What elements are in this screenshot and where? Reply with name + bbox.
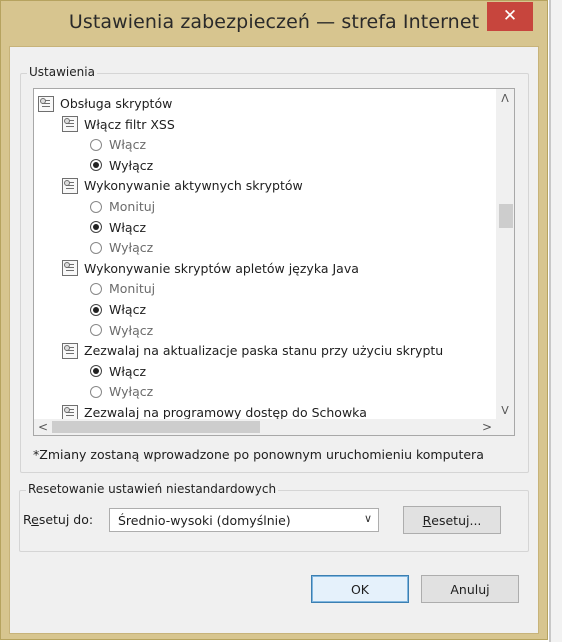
radio-option[interactable]: Monituj xyxy=(90,278,155,299)
scroll-down-icon[interactable]: ᐯ xyxy=(496,401,514,419)
scroll-left-icon[interactable]: < xyxy=(34,419,52,435)
radio-option[interactable]: Monituj xyxy=(90,196,155,217)
tree-setting: Wykonywanie aktywnych skryptów xyxy=(62,175,303,196)
tree-label: Wyłącz xyxy=(109,157,154,173)
restart-note: *Zmiany zostaną wprowadzone po ponownym … xyxy=(33,447,484,462)
reset-level-dropdown[interactable]: Średnio-wysoki (domyślnie) ∨ xyxy=(109,508,379,532)
radio-unchecked-icon[interactable] xyxy=(90,282,102,295)
radio-unchecked-icon[interactable] xyxy=(90,324,102,337)
reset-to-label-part1: R xyxy=(23,512,32,527)
settings-icon xyxy=(38,95,54,112)
settings-icon xyxy=(62,342,78,359)
tree-label: Włącz xyxy=(109,137,147,153)
title-bar[interactable]: Ustawienia zabezpieczeń — strefa Interne… xyxy=(1,1,547,47)
reset-group-legend: Resetowanie ustawień niestandardowych xyxy=(26,482,279,496)
cancel-button[interactable]: Anuluj xyxy=(421,575,519,603)
settings-group-legend: Ustawienia xyxy=(27,65,97,79)
tree-label: Monituj xyxy=(109,199,156,214)
tree-label: Wyłącz xyxy=(109,240,154,256)
tree-label: Włącz xyxy=(109,302,147,317)
reset-level-value: Średnio-wysoki (domyślnie) xyxy=(118,512,291,528)
tree-label: Zezwalaj na aktualizacje paska stanu prz… xyxy=(84,343,444,359)
tree-label: Wyłącz xyxy=(109,384,154,400)
vertical-scroll-thumb[interactable] xyxy=(499,204,513,228)
tree-label: Włącz filtr XSS xyxy=(84,116,175,132)
tree-setting: Włącz filtr XSS xyxy=(62,114,175,135)
scroll-up-icon[interactable]: ᐱ xyxy=(496,89,514,107)
horizontal-scrollbar[interactable]: < > xyxy=(34,419,496,435)
reset-to-label: Resetuj do: xyxy=(23,512,93,527)
radio-checked-icon[interactable] xyxy=(90,365,102,378)
tree-label: Wyłącz xyxy=(109,322,154,338)
security-settings-dialog: Ustawienia zabezpieczeń — strefa Interne… xyxy=(0,0,548,640)
radio-option[interactable]: Włącz xyxy=(90,361,146,382)
tree-label: Obsługa skryptów xyxy=(60,96,173,111)
settings-tree[interactable]: Obsługa skryptów Włącz filtr XSS Włącz Wyłą… xyxy=(34,89,496,419)
ok-button[interactable]: OK xyxy=(311,575,409,603)
reset-button-accesskey: R xyxy=(422,512,432,528)
radio-checked-icon[interactable] xyxy=(90,159,102,172)
reset-button[interactable]: Resetuj... xyxy=(403,506,501,534)
tree-label: Włącz xyxy=(109,219,147,235)
settings-icon xyxy=(62,177,78,194)
close-button[interactable]: ✕ xyxy=(487,2,533,31)
tree-label: Włącz xyxy=(109,363,147,379)
radio-option[interactable]: Wyłącz xyxy=(90,155,153,176)
reset-button-label: esetuj... xyxy=(431,512,482,528)
radio-option[interactable]: Wyłącz xyxy=(90,237,153,258)
radio-option[interactable]: Włącz xyxy=(90,134,146,155)
radio-unchecked-icon[interactable] xyxy=(90,385,102,398)
reset-to-label-part2: setuj do: xyxy=(38,512,94,527)
radio-option[interactable]: Wyłącz xyxy=(90,381,153,402)
radio-checked-icon[interactable] xyxy=(90,303,102,316)
tree-setting: Zezwalaj na programowy dostęp do Schowka xyxy=(62,402,367,419)
close-icon: ✕ xyxy=(502,6,518,26)
vertical-scrollbar[interactable]: ᐱ ᐯ xyxy=(496,89,514,419)
reset-to-label-accesskey: e xyxy=(31,512,39,527)
settings-list[interactable]: Obsługa skryptów Włącz filtr XSS Włącz Wyłą… xyxy=(33,88,515,436)
radio-option[interactable]: Włącz xyxy=(90,217,146,238)
dialog-title: Ustawienia zabezpieczeń — strefa Interne… xyxy=(68,11,480,33)
horizontal-scroll-thumb[interactable] xyxy=(52,421,260,433)
scroll-right-icon[interactable]: > xyxy=(478,419,496,435)
background-divider xyxy=(549,0,551,642)
tree-setting: Wykonywanie skryptów apletów języka Java xyxy=(62,258,359,279)
radio-unchecked-icon[interactable] xyxy=(90,138,102,151)
tree-label: Wykonywanie aktywnych skryptów xyxy=(84,178,303,194)
settings-icon xyxy=(62,116,78,133)
tree-setting: Zezwalaj na aktualizacje paska stanu prz… xyxy=(62,340,443,361)
chevron-down-icon[interactable]: ∨ xyxy=(364,512,372,525)
tree-label: Zezwalaj na programowy dostęp do Schowka xyxy=(84,405,367,419)
radio-unchecked-icon[interactable] xyxy=(90,241,102,254)
tree-label: Monituj xyxy=(109,281,156,297)
radio-checked-icon[interactable] xyxy=(90,221,102,234)
radio-unchecked-icon[interactable] xyxy=(90,200,102,213)
radio-option[interactable]: Włącz xyxy=(90,299,146,320)
settings-icon xyxy=(62,404,78,419)
settings-icon xyxy=(62,260,78,277)
tree-label: Wykonywanie skryptów apletów języka Java xyxy=(84,260,359,276)
radio-option[interactable]: Wyłącz xyxy=(90,320,153,341)
tree-category: Obsługa skryptów xyxy=(38,93,172,114)
scrollbar-corner xyxy=(496,419,514,435)
